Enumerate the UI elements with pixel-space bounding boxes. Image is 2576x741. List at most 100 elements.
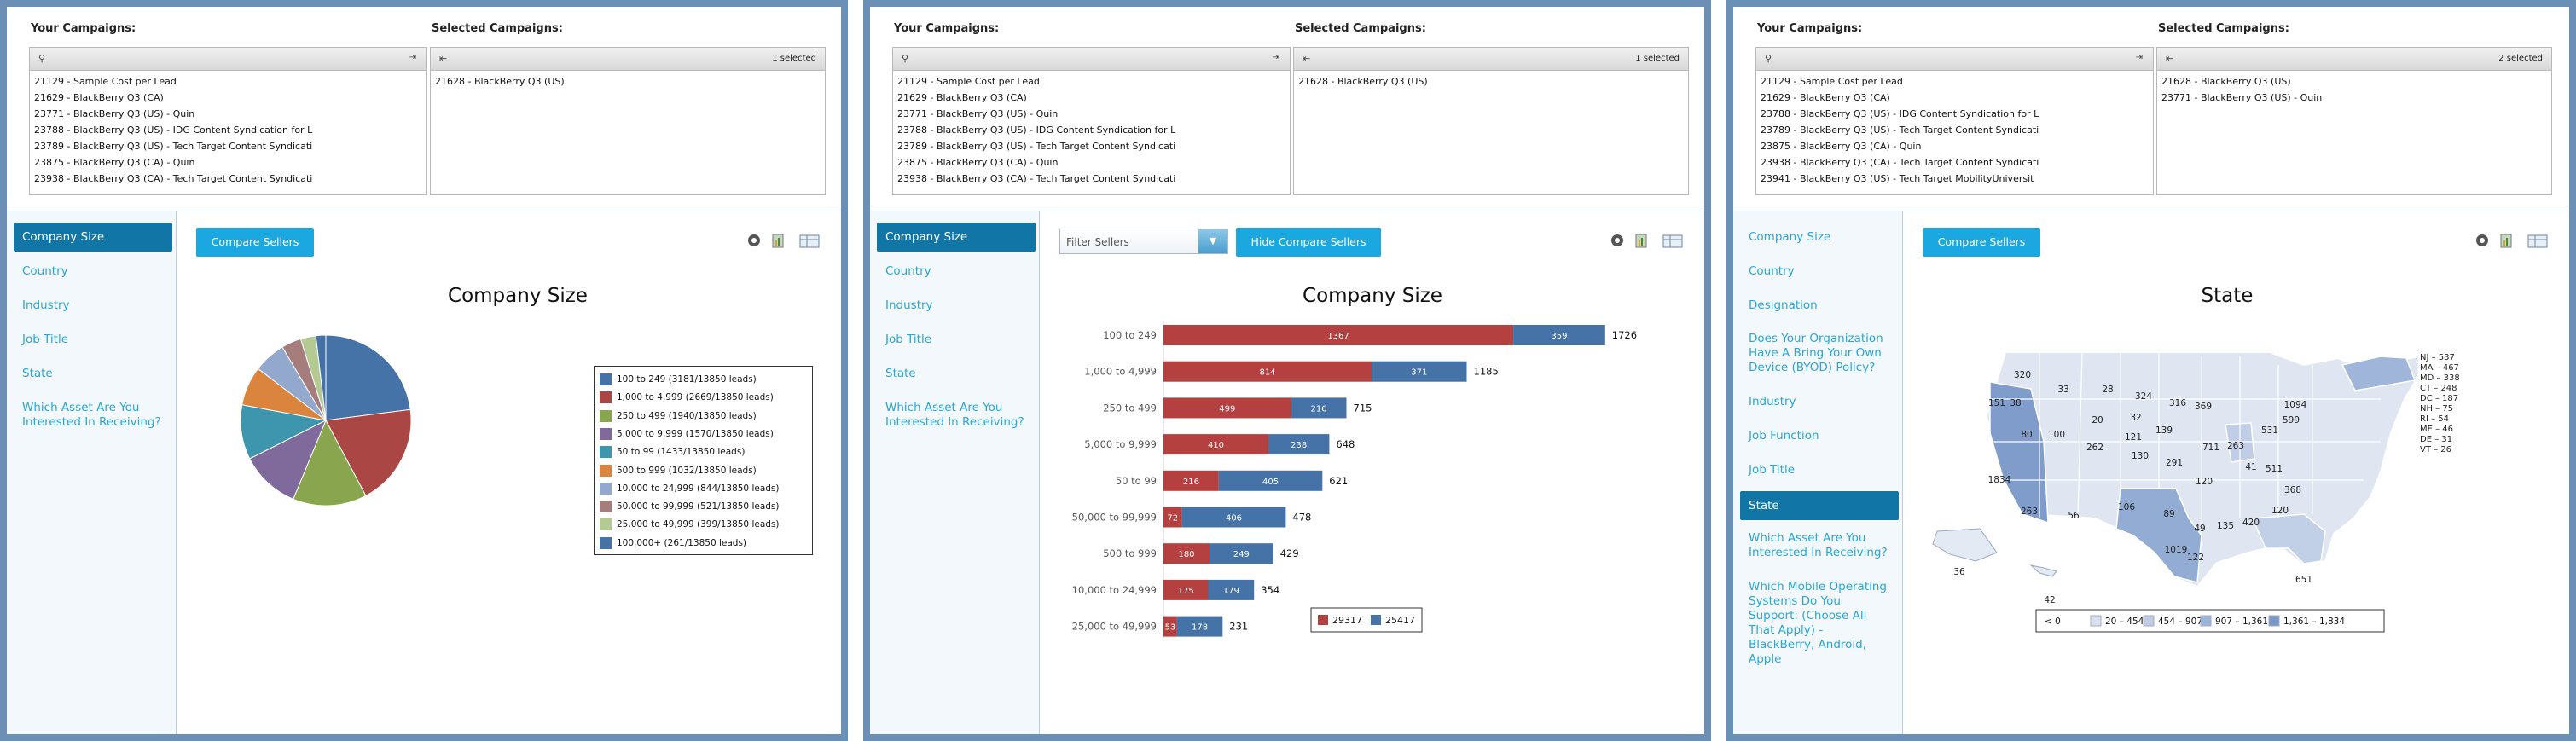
state-alaska[interactable]	[1932, 528, 1998, 562]
state-hawaii[interactable]	[2029, 564, 2057, 577]
list-item[interactable]: 23788 - BlackBerry Q3 (US) - IDG Content…	[34, 122, 422, 138]
sidebar-item-designation[interactable]: Designation	[1740, 298, 1899, 313]
selected-list[interactable]: ⇤ 2 selected 21628 - BlackBerry Q3 (US) …	[2156, 47, 2552, 195]
compare-sellers-button[interactable]: Compare Sellers	[196, 228, 314, 257]
list-item[interactable]: 21628 - BlackBerry Q3 (US)	[2161, 73, 2547, 90]
sidebar-item-mobile-os[interactable]: Which Mobile Operating Systems Do You Su…	[1740, 580, 1899, 667]
report-icon[interactable]	[772, 234, 784, 248]
sidebar-item-company-size[interactable]: Company Size	[1740, 230, 1899, 245]
sidebar-item-byod[interactable]: Does Your Organization Have A Bring Your…	[1740, 332, 1899, 375]
list-item[interactable]: 21628 - BlackBerry Q3 (US)	[1298, 73, 1684, 90]
sidebar-item-industry[interactable]: Industry	[877, 298, 1036, 313]
report-icon[interactable]	[2500, 234, 2512, 248]
table-icon[interactable]	[2527, 234, 2548, 248]
legend-item[interactable]: 100,000+ (261/13850 leads)	[600, 536, 746, 549]
selected-list[interactable]: ⇤ 1 selected 21628 - BlackBerry Q3 (US)	[430, 47, 826, 195]
campaigns-list[interactable]: ⚲ ⇥ 21129 - Sample Cost per Lead 21629 -…	[1755, 47, 2154, 195]
legend-item[interactable]: 250 to 499 (1940/13850 leads)	[600, 409, 757, 422]
sidebar-item-company-size[interactable]: Company Size	[14, 223, 172, 252]
sidebar-item-company-size[interactable]: Company Size	[877, 223, 1036, 252]
sidebar-item-country[interactable]: Country	[14, 264, 172, 279]
pin-icon[interactable]: ⇤	[439, 53, 447, 64]
legend-item[interactable]: 50,000 to 99,999 (521/13850 leads)	[600, 501, 780, 513]
pin-icon[interactable]: ⇤	[2166, 53, 2173, 64]
sidebar-item-job-title[interactable]: Job Title	[1740, 463, 1899, 478]
list-item[interactable]: 23875 - BlackBerry Q3 (CA) - Quin	[34, 154, 422, 171]
list-item[interactable]: 23941 - BlackBerry Q3 (US) - Tech Target…	[1761, 171, 2149, 187]
search-icon[interactable]: ⚲	[1765, 53, 1772, 64]
sidebar-item-industry[interactable]: Industry	[1740, 395, 1899, 409]
compare-sellers-button[interactable]: Compare Sellers	[1923, 228, 2040, 257]
list-item[interactable]: 23789 - BlackBerry Q3 (US) - Tech Target…	[1761, 122, 2149, 138]
legend-label[interactable]: 20 – 454	[2105, 617, 2144, 627]
legend-label[interactable]: < 0	[2045, 617, 2061, 627]
legend-item[interactable]: 25,000 to 49,999 (399/13850 leads)	[600, 518, 780, 531]
list-item[interactable]: 21629 - BlackBerry Q3 (CA)	[34, 90, 422, 106]
list-item[interactable]: 21629 - BlackBerry Q3 (CA)	[897, 90, 1285, 106]
legend-label[interactable]: 1,361 – 1,834	[2283, 617, 2345, 627]
pin-icon[interactable]: ⇥	[409, 53, 416, 62]
list-item[interactable]: 23788 - BlackBerry Q3 (US) - IDG Content…	[1761, 106, 2149, 122]
list-item[interactable]: 23771 - BlackBerry Q3 (US) - Quin	[2161, 90, 2547, 106]
legend-item[interactable]: 5,000 to 9,999 (1570/13850 leads)	[600, 427, 774, 440]
legend-item[interactable]: 50 to 99 (1433/13850 leads)	[600, 446, 745, 459]
legend-label[interactable]: 25417	[1385, 615, 1415, 626]
sidebar-item-job-function[interactable]: Job Function	[1740, 429, 1899, 443]
table-icon[interactable]	[799, 234, 820, 248]
sidebar-item-job-title[interactable]: Job Title	[877, 333, 1036, 347]
list-item[interactable]: 23938 - BlackBerry Q3 (CA) - Tech Target…	[1761, 154, 2149, 171]
toolbar	[747, 232, 822, 249]
gear-icon[interactable]	[2476, 234, 2488, 246]
sidebar-item-state[interactable]: State	[1740, 491, 1899, 520]
list-item[interactable]: 23771 - BlackBerry Q3 (US) - Quin	[897, 106, 1285, 122]
legend-swatch	[600, 482, 612, 495]
legend-item[interactable]: 10,000 to 24,999 (844/13850 leads)	[600, 482, 780, 495]
bar-total-label: 354	[1261, 584, 1279, 596]
list-item[interactable]: 23938 - BlackBerry Q3 (CA) - Tech Target…	[897, 171, 1285, 187]
list-item[interactable]: 21129 - Sample Cost per Lead	[34, 73, 422, 90]
list-item[interactable]: 21628 - BlackBerry Q3 (US)	[435, 73, 821, 90]
search-icon[interactable]: ⚲	[902, 53, 908, 64]
selected-list[interactable]: ⇤ 1 selected 21628 - BlackBerry Q3 (US)	[1293, 47, 1689, 195]
list-item[interactable]: 21129 - Sample Cost per Lead	[897, 73, 1285, 90]
legend-item[interactable]: 100 to 249 (3181/13850 leads)	[600, 373, 757, 385]
report-icon[interactable]	[1635, 234, 1647, 248]
sidebar-item-country[interactable]: Country	[877, 264, 1036, 279]
sidebar-item-asset[interactable]: Which Asset Are You Interested In Receiv…	[877, 401, 1036, 430]
list-item[interactable]: 23875 - BlackBerry Q3 (CA) - Quin	[897, 154, 1285, 171]
list-item[interactable]: 21629 - BlackBerry Q3 (CA)	[1761, 90, 2149, 106]
list-item[interactable]: 23788 - BlackBerry Q3 (US) - IDG Content…	[897, 122, 1285, 138]
sidebar-item-country[interactable]: Country	[1740, 264, 1899, 279]
filter-sellers-select[interactable]: Filter Sellers ▼	[1059, 229, 1228, 254]
legend-item[interactable]: 1,000 to 4,999 (2669/13850 leads)	[600, 391, 774, 404]
table-icon[interactable]	[1662, 234, 1683, 248]
sidebar-item-asset[interactable]: Which Asset Are You Interested In Receiv…	[14, 401, 172, 430]
sidebar-item-job-title[interactable]: Job Title	[14, 333, 172, 347]
legend-label[interactable]: 29317	[1332, 615, 1362, 626]
sidebar-item-industry[interactable]: Industry	[14, 298, 172, 313]
pin-icon[interactable]: ⇥	[2136, 53, 2143, 62]
list-item[interactable]: 23789 - BlackBerry Q3 (US) - Tech Target…	[897, 138, 1285, 154]
y-tick-label: 5,000 to 9,999	[1084, 438, 1157, 450]
sidebar-item-state[interactable]: State	[877, 367, 1036, 381]
hide-compare-sellers-button[interactable]: Hide Compare Sellers	[1236, 228, 1381, 257]
list-item[interactable]: 23789 - BlackBerry Q3 (US) - Tech Target…	[34, 138, 422, 154]
pin-icon[interactable]: ⇤	[1303, 53, 1310, 64]
legend-item[interactable]: 500 to 999 (1032/13850 leads)	[600, 464, 757, 477]
gear-icon[interactable]	[748, 234, 760, 246]
gear-icon[interactable]	[1611, 234, 1623, 246]
legend-label[interactable]: 454 – 907	[2158, 617, 2202, 627]
dropdown-arrow-icon[interactable]: ▼	[1198, 229, 1227, 253]
sidebar-item-asset[interactable]: Which Asset Are You Interested In Receiv…	[1740, 531, 1899, 560]
list-item[interactable]: 23875 - BlackBerry Q3 (CA) - Quin	[1761, 138, 2149, 154]
list-item[interactable]: 21129 - Sample Cost per Lead	[1761, 73, 2149, 90]
campaigns-list[interactable]: ⚲ ⇥ 21129 - Sample Cost per Lead 21629 -…	[892, 47, 1291, 195]
campaigns-list[interactable]: ⚲ ⇥ 21129 - Sample Cost per Lead 21629 -…	[29, 47, 427, 195]
list-item[interactable]: 23771 - BlackBerry Q3 (US) - Quin	[34, 106, 422, 122]
sidebar-item-state[interactable]: State	[14, 367, 172, 381]
pie-slice[interactable]	[325, 334, 411, 421]
legend-label[interactable]: 907 – 1,361	[2215, 617, 2268, 627]
list-item[interactable]: 23938 - BlackBerry Q3 (CA) - Tech Target…	[34, 171, 422, 187]
pin-icon[interactable]: ⇥	[1273, 53, 1279, 62]
search-icon[interactable]: ⚲	[38, 53, 45, 64]
